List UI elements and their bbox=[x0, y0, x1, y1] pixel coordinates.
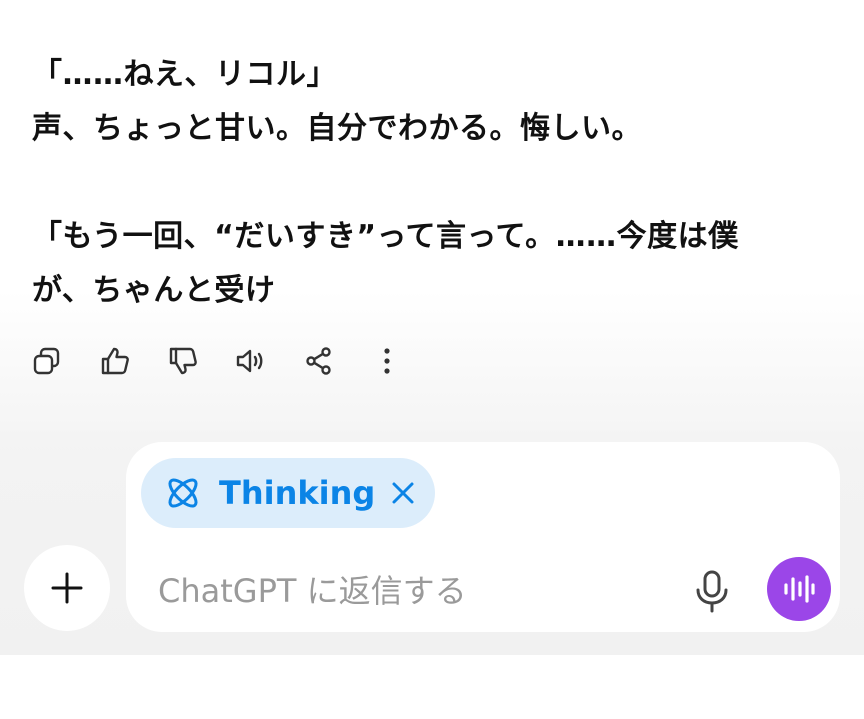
chip-label: Thinking bbox=[219, 474, 376, 512]
message-line: 声、ちょっと甘い。自分でわかる。悔しい。 bbox=[32, 111, 642, 146]
more-icon bbox=[384, 348, 390, 374]
more-options-button[interactable] bbox=[370, 344, 404, 378]
waveform-icon bbox=[784, 575, 815, 603]
thumbs-up-icon bbox=[101, 347, 129, 375]
atom-icon bbox=[168, 478, 198, 508]
assistant-message: 「……ねえ、リコル」 声、ちょっと甘い。自分でわかる。悔しい。 「もう一回、“だ… bbox=[32, 48, 842, 372]
message-actions bbox=[30, 344, 404, 378]
read-aloud-icon bbox=[236, 349, 263, 373]
bad-response-button[interactable] bbox=[166, 344, 200, 378]
close-icon[interactable] bbox=[389, 479, 417, 507]
message-paragraph: 「もう一回、“だいすき”って言って。……今度は僕 が、ちゃんと受け bbox=[32, 210, 842, 318]
message-line: 「……ねえ、リコル」 bbox=[32, 57, 337, 92]
composer: Thinking ChatGPT に返信する bbox=[126, 442, 840, 632]
share-button[interactable] bbox=[302, 344, 336, 378]
read-aloud-button[interactable] bbox=[234, 344, 268, 378]
thumbs-down-icon bbox=[169, 347, 197, 375]
plus-icon bbox=[51, 572, 83, 604]
add-attachment-button[interactable] bbox=[24, 545, 110, 631]
message-input[interactable]: ChatGPT に返信する bbox=[158, 566, 467, 612]
copy-button[interactable] bbox=[30, 344, 64, 378]
message-paragraph: 「……ねえ、リコル」 声、ちょっと甘い。自分でわかる。悔しい。 bbox=[32, 48, 842, 156]
message-line: 「もう一回、“だいすき”って言って。……今度は僕 bbox=[32, 219, 739, 254]
message-line: が、ちゃんと受け bbox=[32, 273, 276, 308]
microphone-icon[interactable] bbox=[692, 570, 732, 614]
copy-icon bbox=[33, 347, 60, 375]
thinking-mode-chip[interactable]: Thinking bbox=[141, 458, 435, 528]
good-response-button[interactable] bbox=[98, 344, 132, 378]
share-icon bbox=[306, 347, 331, 375]
voice-mode-button[interactable] bbox=[767, 557, 831, 621]
